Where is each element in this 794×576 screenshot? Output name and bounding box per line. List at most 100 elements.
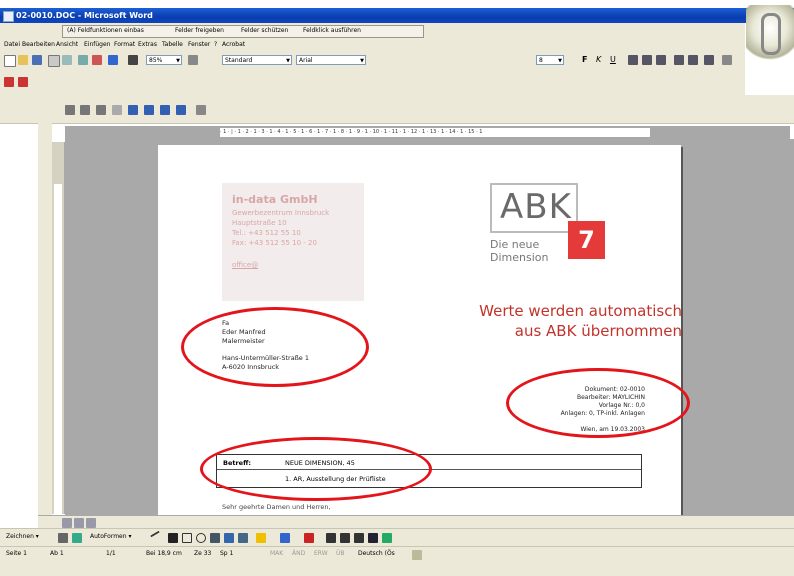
field-toolbar-group: (A) Feldfunktionen einbas Felder freigeb…: [62, 25, 424, 38]
font-size-combo[interactable]: 8 ▼: [536, 55, 564, 65]
border-icon[interactable]: [722, 55, 732, 65]
draw-table-icon[interactable]: [128, 105, 138, 115]
bullets-icon[interactable]: [688, 55, 698, 65]
style-combo[interactable]: Standard ▼: [222, 55, 292, 65]
chevron-down-icon: ▼: [286, 58, 290, 64]
status-language[interactable]: Deutsch (Ös: [358, 550, 395, 557]
menu-fenster[interactable]: Fenster: [188, 41, 210, 48]
print-preview-icon[interactable]: [62, 55, 72, 65]
line-style-icon[interactable]: [326, 533, 336, 543]
arrow-style-icon[interactable]: [354, 533, 364, 543]
normal-view-icon[interactable]: [62, 518, 72, 528]
spelling-icon[interactable]: [78, 55, 88, 65]
align-right-icon[interactable]: [656, 55, 666, 65]
pdf-convert-icon[interactable]: [4, 77, 14, 87]
word-doc-icon[interactable]: [3, 11, 14, 22]
wordart-icon[interactable]: [224, 533, 234, 543]
field-codes-button[interactable]: (A) Feldfunktionen einbas: [67, 27, 144, 34]
numbering-icon[interactable]: [674, 55, 684, 65]
abk-logo-sub1: Die neue: [490, 238, 540, 251]
indent-icon[interactable]: [704, 55, 714, 65]
standard-toolbar: 85% ▼ Standard ▼ Arial ▼ 8 ▼ F K U: [0, 52, 745, 70]
insert-frame-icon[interactable]: [160, 105, 170, 115]
font-value: Arial: [299, 57, 313, 64]
abk-logo-sub2: Dimension: [490, 251, 549, 264]
shadow-icon[interactable]: [368, 533, 378, 543]
dropdown-field-icon[interactable]: [96, 105, 106, 115]
rectangle-icon[interactable]: [182, 533, 192, 543]
status-pages: 1/1: [106, 550, 116, 557]
zoom-value: 85%: [149, 57, 163, 64]
menu-ansicht[interactable]: Ansicht: [56, 41, 78, 48]
menu-acrobat[interactable]: Acrobat: [222, 41, 245, 48]
clipart-icon[interactable]: [238, 533, 248, 543]
checkbox-field-icon[interactable]: [80, 105, 90, 115]
horizontal-scrollbar[interactable]: [38, 515, 794, 529]
print-view-icon[interactable]: [86, 518, 96, 528]
menu-bearbeiten[interactable]: Bearbeiten: [22, 41, 55, 48]
print-icon[interactable]: [48, 55, 60, 67]
format-painter-icon[interactable]: [92, 55, 102, 65]
font-combo[interactable]: Arial ▼: [296, 55, 366, 65]
field-shading-icon[interactable]: [176, 105, 186, 115]
undo-icon[interactable]: [108, 55, 118, 65]
bold-icon[interactable]: F: [582, 55, 592, 65]
status-section: Ab 1: [50, 550, 64, 557]
dash-style-icon[interactable]: [340, 533, 350, 543]
letterhead-line: Hauptstraße 10: [232, 219, 287, 227]
align-center-icon[interactable]: [642, 55, 652, 65]
text-field-icon[interactable]: [65, 105, 75, 115]
vertical-ruler[interactable]: [52, 142, 65, 514]
spelling-status-icon[interactable]: [412, 550, 422, 560]
menu-bar: Datei Bearbeiten Ansicht Einfügen Format…: [0, 39, 745, 53]
italic-icon[interactable]: K: [596, 55, 606, 65]
lock-fields-button[interactable]: Felder schützen: [241, 27, 288, 34]
3d-icon[interactable]: [382, 533, 392, 543]
help-icon[interactable]: [188, 55, 198, 65]
font-size-value: 8: [539, 57, 543, 64]
pdf-email-icon[interactable]: [18, 77, 28, 87]
web-view-icon[interactable]: [74, 518, 84, 528]
status-ueb[interactable]: ÜB: [336, 550, 345, 557]
open-folder-icon[interactable]: [18, 55, 28, 65]
status-erw[interactable]: ERW: [314, 550, 328, 557]
font-color-icon[interactable]: [304, 533, 314, 543]
insert-table-icon[interactable]: [144, 105, 154, 115]
chevron-down-icon: ▼: [558, 58, 562, 64]
line-icon[interactable]: [150, 530, 160, 538]
menu-format[interactable]: Format: [114, 41, 135, 48]
status-mak[interactable]: MAK: [270, 550, 283, 557]
left-margin-strip: [38, 123, 52, 518]
paragraph-marks-icon[interactable]: [128, 55, 138, 65]
highlight-oval-meta: [506, 368, 690, 438]
horizontal-ruler[interactable]: · 1 · | · 1 · 2 · 1 · 3 · 1 · 4 · 1 · 5 …: [65, 126, 790, 139]
annotation-line-1: Werte werden automatisch: [479, 302, 682, 320]
menu-help[interactable]: ?: [214, 41, 217, 48]
underline-icon[interactable]: U: [610, 55, 620, 65]
menu-extras[interactable]: Extras: [138, 41, 157, 48]
menu-tabelle[interactable]: Tabelle: [162, 41, 183, 48]
field-options-icon[interactable]: [112, 105, 122, 115]
save-icon[interactable]: [32, 55, 42, 65]
new-document-icon[interactable]: [4, 55, 16, 67]
line-color-icon[interactable]: [280, 533, 290, 543]
letterhead-line: Fax: +43 512 55 10 - 20: [232, 239, 317, 247]
select-objects-icon[interactable]: [58, 533, 68, 543]
abk-logo-number: 7: [568, 221, 605, 259]
do-field-click-button[interactable]: Feldklick ausführen: [303, 27, 361, 34]
menu-einfuegen[interactable]: Einfügen: [84, 41, 110, 48]
menu-datei[interactable]: Datei: [4, 41, 20, 48]
protect-form-icon[interactable]: [196, 105, 206, 115]
rotate-icon[interactable]: [72, 533, 82, 543]
ellipse-icon[interactable]: [196, 533, 206, 543]
zoom-combo[interactable]: 85% ▼: [146, 55, 182, 65]
autoshapes-menu-button[interactable]: AutoFormen ▾: [90, 533, 131, 540]
arrow-icon[interactable]: [168, 533, 178, 543]
draw-menu-button[interactable]: Zeichnen ▾: [6, 533, 39, 540]
status-aend[interactable]: ÄND: [292, 550, 305, 557]
fill-color-icon[interactable]: [256, 533, 266, 543]
unlock-fields-button[interactable]: Felder freigeben: [175, 27, 224, 34]
textbox-icon[interactable]: [210, 533, 220, 543]
align-left-icon[interactable]: [628, 55, 638, 65]
office-assistant[interactable]: [746, 5, 794, 63]
